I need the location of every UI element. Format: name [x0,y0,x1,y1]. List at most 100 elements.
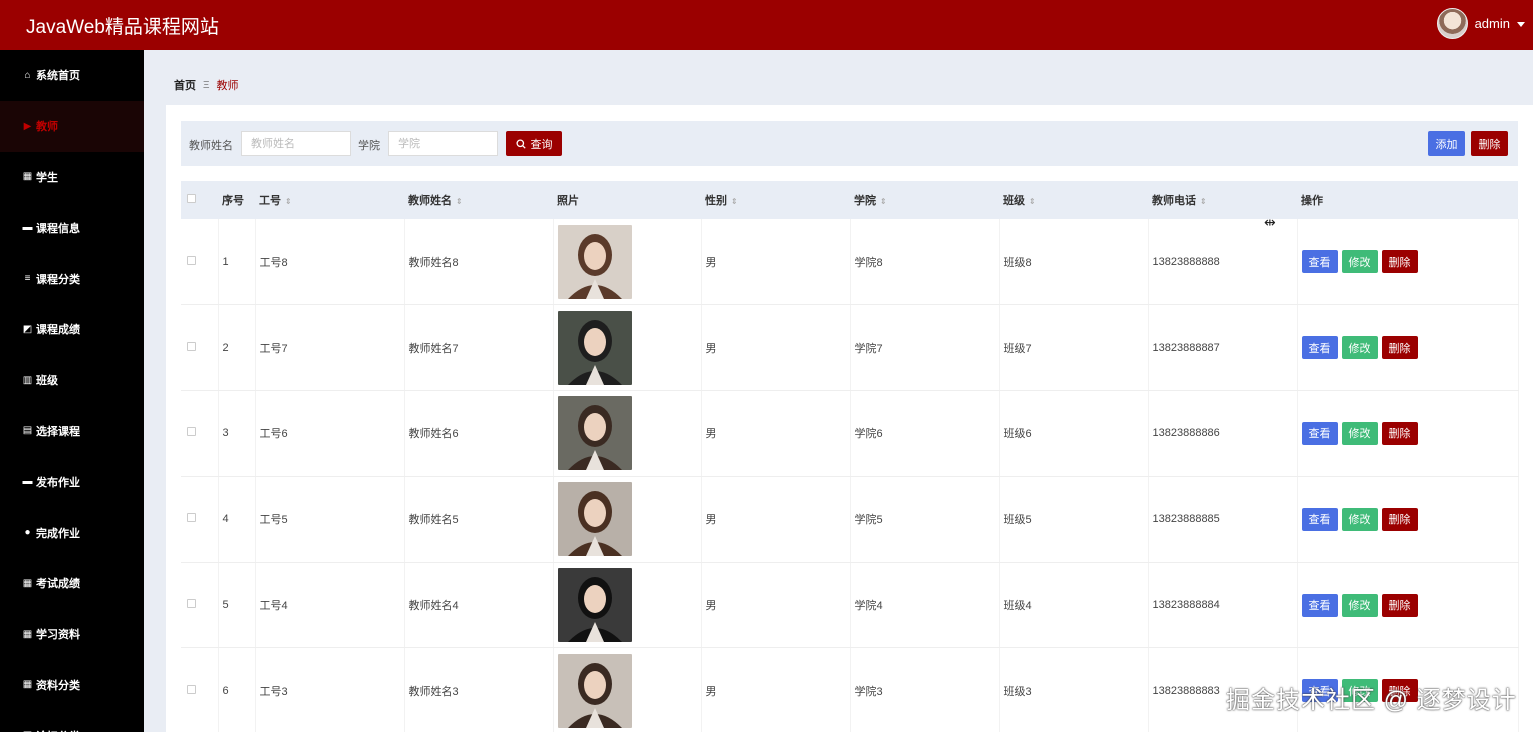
column-resize-cursor-icon: ⇹ [1264,214,1276,230]
cell-id: 工号4 [255,562,405,649]
breadcrumb-current: 教师 [216,80,239,92]
sort-icon[interactable]: ⇕ [1029,197,1036,206]
briefcase-icon: ▬ [22,222,33,234]
delete-button[interactable]: 删除 [1381,593,1418,617]
sidebar-item-label: 课程分类 [36,273,80,286]
sidebar-item-11[interactable]: ▦ 学习资料 [0,609,144,660]
sidebar-item-12[interactable]: ▦ 资料分类 [0,660,144,711]
watermark: 掘金技术社区 @ 逐梦设计 [1226,687,1517,714]
cell-id: 工号5 [255,476,405,563]
teacher-photo[interactable] [557,310,632,385]
sidebar-item-4[interactable]: ≡ 课程分类 [0,253,144,304]
row-checkbox[interactable] [187,427,196,437]
cell-id: 工号6 [255,390,405,477]
clipboard-icon: ▤ [22,425,33,437]
chevron-down-icon[interactable] [1517,22,1525,27]
cell-gender: 男 [701,562,851,649]
home-icon: ⌂ [24,69,31,81]
cell-gender: 男 [701,304,851,392]
sidebar-item-3[interactable]: ▬ 课程信息 [0,202,144,253]
query-label: 查询 [530,138,553,151]
table-row: 5 工号4 教师姓名4 男学院4 班级4 13823888884 查看 修改 删除 [181,562,1519,649]
teacher-photo[interactable] [557,653,632,728]
college-label: 学院 [358,140,380,152]
teacher-photo[interactable] [557,482,632,557]
avatar[interactable] [1436,8,1468,39]
sidebar-item-9[interactable]: ● 完成作业 [0,507,144,558]
cell-gender: 男 [701,219,851,306]
grid-icon: ▦ [22,679,33,691]
edit-button[interactable]: 修改 [1341,421,1378,445]
view-button[interactable]: 查看 [1301,250,1338,274]
comment-icon: ▬ [22,476,33,488]
row-checkbox[interactable] [187,513,196,523]
add-button[interactable]: 添加 [1428,131,1465,156]
sidebar-item-13[interactable]: ▦论坛分类 [0,710,144,732]
sidebar-item-1[interactable]: ▶ 教师 [0,100,144,152]
view-button[interactable]: 查看 [1301,336,1338,360]
sidebar-item-label: 课程成绩 [36,324,80,337]
breadcrumb-home[interactable]: 首页 [174,77,196,93]
delete-button[interactable]: 删除 [1381,336,1418,360]
table-header-row: 序号 工号 ⇕ 教师姓名 ⇕ 照片 性别 ⇕ 学院 ⇕ 班级 ⇕ 教师电话 ⇕ 操作 [181,181,1518,219]
teacher-name-input[interactable] [241,131,351,156]
sidebar-item-10[interactable]: ▦ 考试成绩 [0,558,144,609]
row-checkbox[interactable] [187,255,196,265]
col-class[interactable]: 班级 ⇕ [999,181,1148,219]
sort-icon[interactable]: ⇕ [731,197,738,206]
sidebar-item-8[interactable]: ▬ 发布作业 [0,456,144,507]
row-checkbox[interactable] [187,599,196,609]
teacher-photo[interactable] [557,568,632,643]
row-checkbox[interactable] [187,684,196,694]
edit-button[interactable]: 修改 [1341,250,1378,274]
query-button[interactable]: 查询 [506,131,562,156]
teacher-photo[interactable] [557,396,632,471]
cell-college: 学院5 [850,476,1000,563]
sort-icon[interactable]: ⇕ [285,197,292,206]
col-index: 序号 [218,181,255,219]
cell-index: 5 [218,562,256,649]
cell-index: 3 [218,390,256,477]
cell-class: 班级5 [999,476,1149,563]
breadcrumb: 首页 Ξ 教师 [174,77,239,93]
edit-button[interactable]: 修改 [1341,593,1378,617]
username[interactable]: admin [1475,16,1510,31]
col-id[interactable]: 工号 ⇕ [255,181,404,219]
sort-icon[interactable]: ⇕ [1200,197,1207,206]
batch-delete-button[interactable]: 删除 [1471,131,1508,156]
sidebar-item-2[interactable]: ▦ 学生 [0,152,144,203]
edit-button[interactable]: 修改 [1341,336,1378,360]
col-name[interactable]: 教师姓名 ⇕ [404,181,553,219]
delete-button[interactable]: 删除 [1381,250,1418,274]
college-input[interactable] [388,131,498,156]
sort-icon[interactable]: ⇕ [456,197,463,206]
delete-button[interactable]: 删除 [1381,507,1418,531]
teacher-photo[interactable] [557,224,632,299]
sidebar-item-0[interactable]: ⌂ 系统首页 [0,50,144,101]
sort-icon[interactable]: ⇕ [880,197,887,206]
table-row: 2 工号7 教师姓名7 男学院7 班级7 13823888887 查看 修改 删除 [181,304,1519,392]
row-checkbox[interactable] [187,341,196,351]
cell-index: 4 [218,476,256,563]
delete-button[interactable]: 删除 [1381,421,1418,445]
cell-index: 2 [218,304,256,392]
col-college[interactable]: 学院 ⇕ [850,181,999,219]
select-all-checkbox[interactable] [187,194,196,203]
user-menu[interactable]: admin [1436,8,1525,39]
col-gender[interactable]: 性别 ⇕ [701,181,850,219]
view-button[interactable]: 查看 [1301,421,1338,445]
sidebar-item-6[interactable]: ▥ 班级 [0,355,144,406]
view-button[interactable]: 查看 [1301,507,1338,531]
app-title: JavaWeb精品课程网站 [26,17,219,38]
cell-id: 工号3 [255,647,405,732]
sidebar-item-label: 考试成绩 [36,578,80,591]
view-button[interactable]: 查看 [1301,593,1338,617]
cell-phone: 13823888886 [1148,390,1298,477]
sidebar-item-7[interactable]: ▤ 选择课程 [0,406,144,457]
sidebar-item-label: 论坛分类 [36,728,80,732]
edit-button[interactable]: 修改 [1341,507,1378,531]
col-gender-label: 性别 [705,195,727,207]
cell-id: 工号7 [255,304,405,392]
cell-college: 学院8 [850,219,1000,306]
sidebar-item-5[interactable]: ◩ 课程成绩 [0,304,144,355]
